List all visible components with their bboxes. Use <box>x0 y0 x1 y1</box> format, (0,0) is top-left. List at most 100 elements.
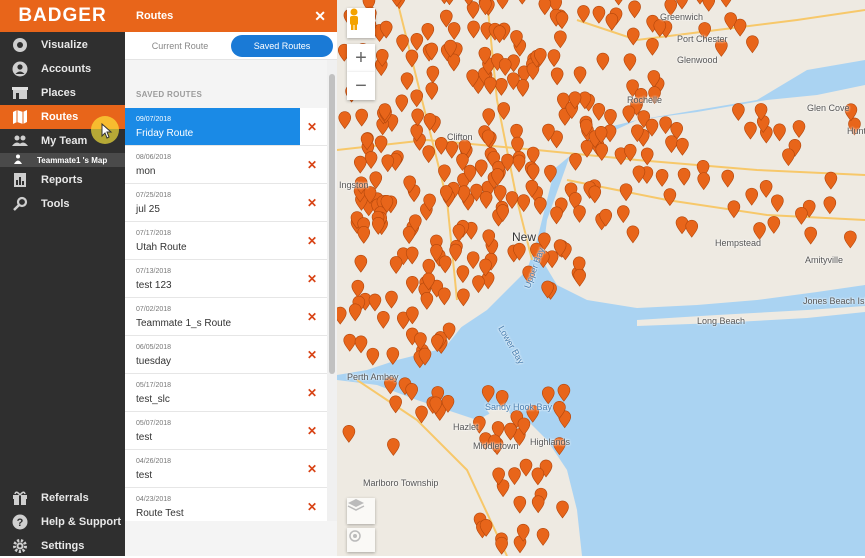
nav-label: Help & Support <box>41 516 121 528</box>
route-date: 08/06/2018 <box>136 154 171 161</box>
nav-label: Visualize <box>41 39 88 51</box>
route-name: mon <box>136 166 155 177</box>
delete-route-icon[interactable]: ✕ <box>307 386 317 400</box>
route-row[interactable]: 04/26/2018test✕ <box>125 450 327 488</box>
help-icon: ? <box>12 514 28 530</box>
tab-saved-routes[interactable]: Saved Routes <box>231 35 333 57</box>
delete-route-icon[interactable]: ✕ <box>307 500 317 514</box>
route-name: Teammate 1_s Route <box>136 318 231 329</box>
map-label: Jones Beach Island <box>803 296 865 306</box>
route-date: 07/25/2018 <box>136 192 171 199</box>
map-pin[interactable] <box>558 384 570 401</box>
building-icon <box>12 85 28 101</box>
route-row[interactable]: 06/05/2018 tuesday ✕ <box>125 336 327 374</box>
route-row[interactable]: 07/17/2018 Utah Route ✕ <box>125 222 327 260</box>
route-row[interactable]: 05/07/2018test✕ <box>125 412 327 450</box>
street-view-pegman-icon[interactable] <box>347 8 375 38</box>
nav-item-settings[interactable]: Settings <box>0 534 125 558</box>
route-name: test 123 <box>136 280 172 291</box>
route-name: tuesday <box>136 356 171 367</box>
nav-label: Places <box>41 87 76 99</box>
map-label: Middletown <box>473 441 519 451</box>
route-name: Utah Route <box>136 242 187 253</box>
tools-icon <box>12 196 28 212</box>
main-nav: BADGER Visualize Accounts Places Routes … <box>0 0 125 556</box>
delete-route-icon[interactable]: ✕ <box>307 272 317 286</box>
route-row[interactable]: 05/17/2018 test_slc ✕ <box>125 374 327 412</box>
nav-item-help-support[interactable]: ? Help & Support <box>0 510 125 534</box>
nav-label: Settings <box>41 540 84 552</box>
scroll-thumb[interactable] <box>329 74 335 374</box>
zoom-out-button[interactable]: − <box>347 72 375 100</box>
map-label: Highlands <box>530 437 570 447</box>
nav-sub-label: Teammate1 's Map <box>37 156 107 165</box>
route-date: 06/05/2018 <box>136 344 171 351</box>
delete-route-icon[interactable]: ✕ <box>307 196 317 210</box>
delete-route-icon[interactable]: ✕ <box>307 462 317 476</box>
map-label: Hempstead <box>715 238 761 248</box>
route-row[interactable]: 07/13/2018test 123✕ <box>125 260 327 298</box>
map-label: Long Beach <box>697 316 745 326</box>
route-row[interactable]: 08/06/2018 mon ✕ <box>125 146 327 184</box>
map-label: Perth Amboy <box>347 372 399 382</box>
zoom-in-button[interactable]: + <box>347 44 375 72</box>
route-row[interactable]: 07/02/2018 Teammate 1_s Route ✕ <box>125 298 327 336</box>
delete-route-icon[interactable]: ✕ <box>307 310 317 324</box>
nav-label: Referrals <box>41 492 89 504</box>
tab-current-route[interactable]: Current Route <box>129 35 231 57</box>
route-name: test_slc <box>136 394 170 405</box>
delete-route-icon[interactable]: ✕ <box>307 424 317 438</box>
route-name: test <box>136 432 152 443</box>
nav-item-visualize[interactable]: Visualize <box>0 33 125 57</box>
cursor-highlight <box>91 116 119 144</box>
route-date: 04/23/2018 <box>136 496 171 503</box>
delete-route-icon[interactable]: ✕ <box>307 158 317 172</box>
delete-route-icon[interactable]: ✕ <box>307 234 317 248</box>
close-icon[interactable]: ✕ <box>314 8 326 25</box>
eye-icon <box>12 37 28 53</box>
map-label: Greenwich <box>660 12 703 22</box>
route-row[interactable]: 07/25/2018jul 25✕ <box>125 184 327 222</box>
nav-item-places[interactable]: Places <box>0 81 125 105</box>
nav-item-referrals[interactable]: Referrals <box>0 486 125 510</box>
map-label: Huntington <box>847 126 865 136</box>
route-name: test <box>136 470 152 481</box>
route-date: 07/02/2018 <box>136 306 171 313</box>
panel-footer <box>125 521 337 556</box>
nav-label: My Team <box>41 135 87 147</box>
routes-panel: Routes ✕ Current Route Saved Routes SAVE… <box>125 0 337 556</box>
route-date: 05/17/2018 <box>136 382 171 389</box>
route-row[interactable]: 04/23/2018 Route Test ✕ <box>125 488 327 521</box>
panel-title: Routes <box>136 10 173 22</box>
saved-routes-list: 09/07/2018Friday Route✕08/06/2018mon✕07/… <box>125 108 327 521</box>
route-row[interactable]: 09/07/2018 Friday Route ✕ <box>125 108 327 146</box>
route-date: 09/07/2018 <box>136 116 171 123</box>
map-label: Clifton <box>447 132 473 142</box>
locate-icon[interactable] <box>347 528 375 552</box>
route-name: Route Test <box>136 508 184 519</box>
saved-routes-heading: SAVED ROUTES <box>136 90 202 99</box>
gear-icon <box>12 538 28 554</box>
route-date: 07/17/2018 <box>136 230 171 237</box>
svg-text:?: ? <box>17 517 24 529</box>
layers-icon[interactable] <box>347 498 375 524</box>
delete-route-icon[interactable]: ✕ <box>307 348 317 362</box>
delete-route-icon[interactable]: ✕ <box>307 120 317 134</box>
nav-label: Tools <box>41 198 70 210</box>
map-base <box>337 0 865 556</box>
panel-header: Routes ✕ <box>125 0 337 32</box>
map-pin[interactable] <box>482 385 494 402</box>
nav-item-reports[interactable]: Reports <box>0 168 125 192</box>
user-icon <box>12 61 28 77</box>
person-icon <box>14 154 24 166</box>
nav-item-tools[interactable]: Tools <box>0 192 125 216</box>
map-canvas[interactable]: Greenwich Port Chester Glen Cove Hunting… <box>337 0 865 556</box>
nav-item-accounts[interactable]: Accounts <box>0 57 125 81</box>
team-icon <box>12 133 28 149</box>
nav-subitem-teammate-map[interactable]: Teammate1 's Map <box>0 153 125 167</box>
panel-scrollbar[interactable] <box>327 60 337 521</box>
map-label: Marlboro Township <box>363 478 438 488</box>
gift-icon <box>12 490 28 506</box>
nav-label: Routes <box>41 111 78 123</box>
route-name: Friday Route <box>136 128 193 139</box>
